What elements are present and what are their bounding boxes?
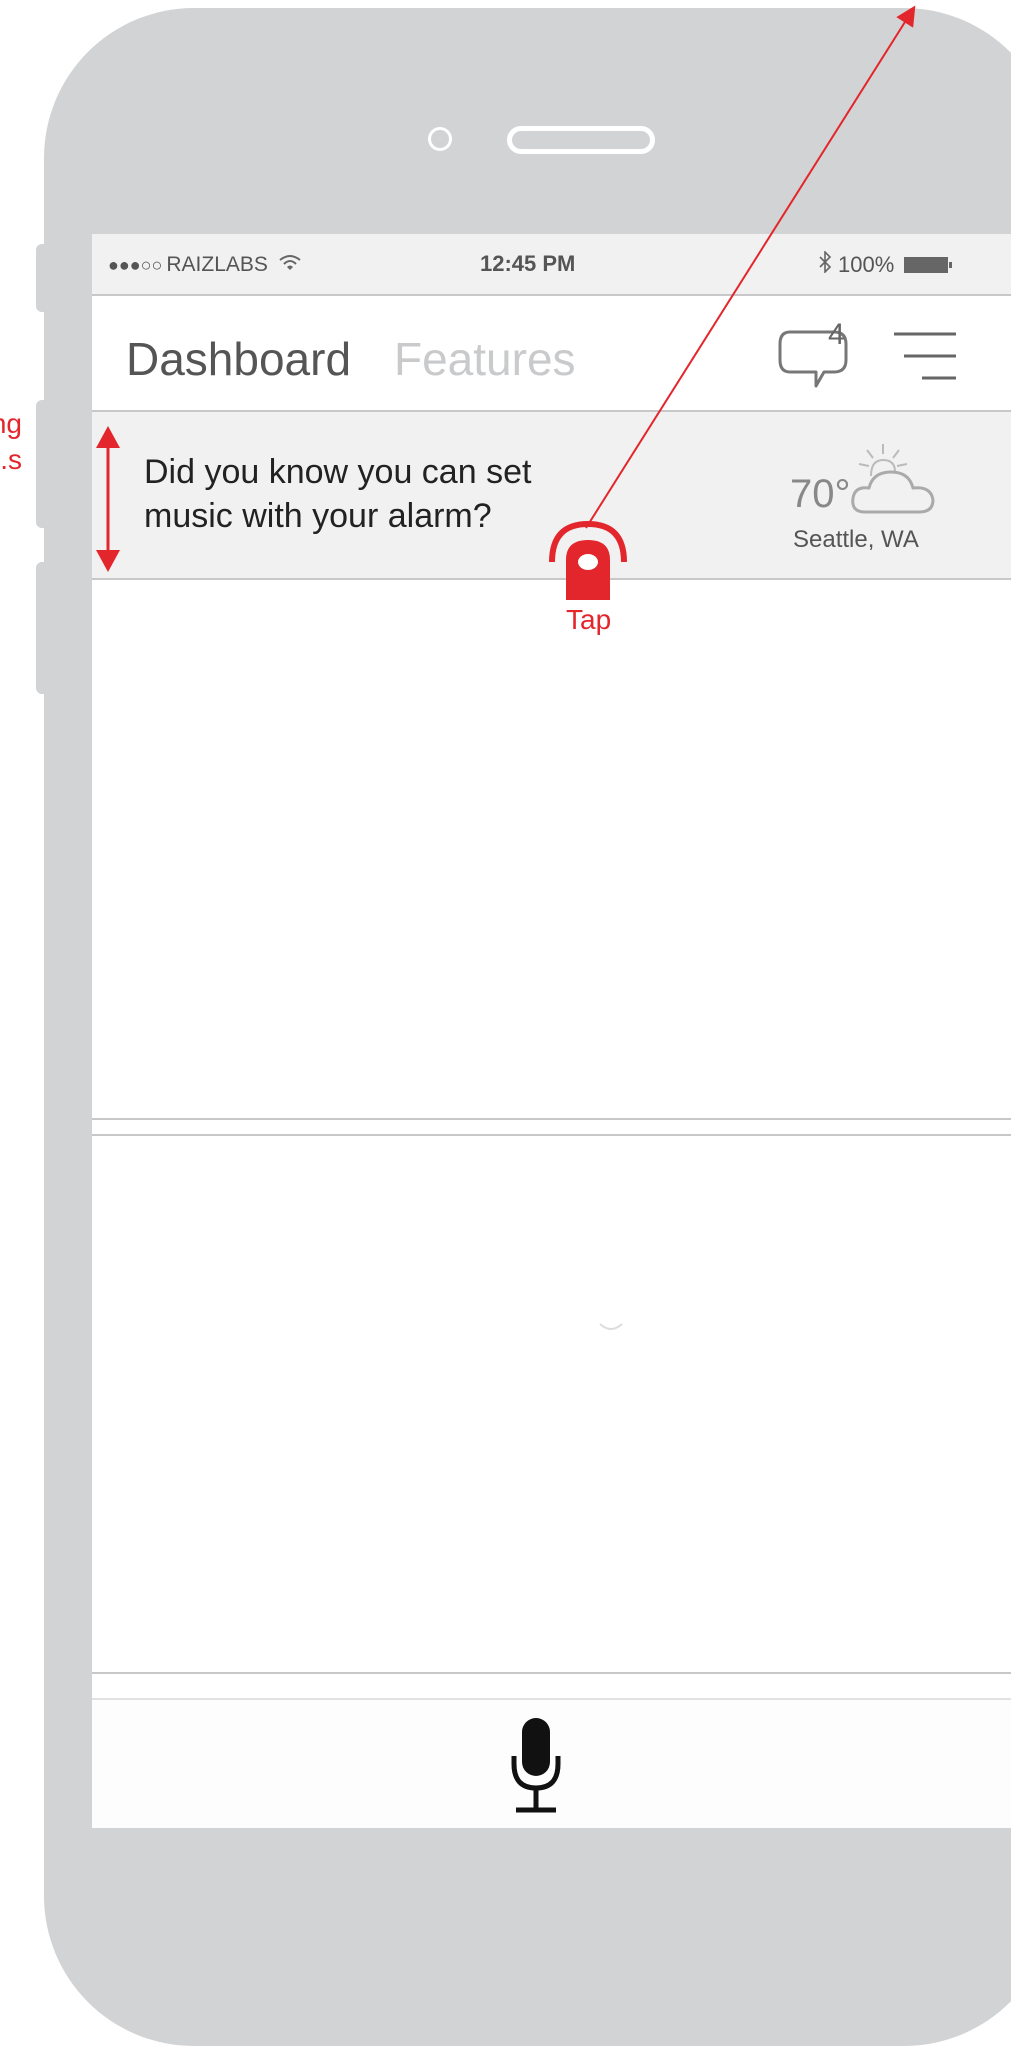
battery-icon (904, 257, 953, 273)
wifi-icon (278, 252, 302, 278)
content-card-1[interactable] (92, 580, 1011, 1120)
tab-features[interactable]: Features (394, 332, 576, 386)
tip-text: Did you know you can set music with your… (144, 450, 614, 538)
phone-screen: ●●●○○ RAIZLABS 12:45 PM 100% Dashboard F… (92, 234, 1011, 1828)
status-bar: ●●●○○ RAIZLABS 12:45 PM 100% (92, 234, 1011, 296)
battery-percent: 100% (838, 252, 895, 277)
carrier-name: RAIZLABS (166, 253, 268, 276)
chat-bubble-icon[interactable] (776, 324, 858, 396)
weather-location: Seattle, WA (793, 526, 919, 553)
loading-spinner-icon (599, 1323, 623, 1330)
content-card-2[interactable] (92, 1134, 1011, 1674)
bluetooth-icon (818, 250, 832, 279)
carrier-group: ●●●○○ RAIZLABS (108, 252, 302, 278)
tab-dashboard[interactable]: Dashboard (126, 332, 351, 386)
status-time: 12:45 PM (480, 251, 576, 276)
tip-line-1: Did you know you can set (144, 453, 532, 491)
mockup-canvas: ●●●○○ RAIZLABS 12:45 PM 100% Dashboard F… (0, 0, 1011, 2050)
earpiece-speaker (507, 126, 655, 154)
signal-strength: ●●●○○ (108, 254, 163, 275)
hamburger-menu-icon[interactable] (890, 328, 960, 384)
notification-count: 4 (828, 318, 845, 351)
nav-bar: Dashboard Features 4 (92, 296, 1011, 412)
tip-line-2: music with your alarm? (144, 497, 492, 535)
partly-cloudy-icon (845, 442, 945, 522)
microphone-icon[interactable] (506, 1716, 566, 1816)
voice-input-bar (92, 1698, 1011, 1828)
weather-temperature: 70° (790, 472, 851, 516)
tap-gesture-icon (548, 520, 628, 602)
tap-label: Tap (566, 604, 612, 635)
side-note-text: ng s. (0, 408, 22, 475)
front-camera (428, 127, 452, 151)
status-right-group: 100% (818, 250, 953, 279)
